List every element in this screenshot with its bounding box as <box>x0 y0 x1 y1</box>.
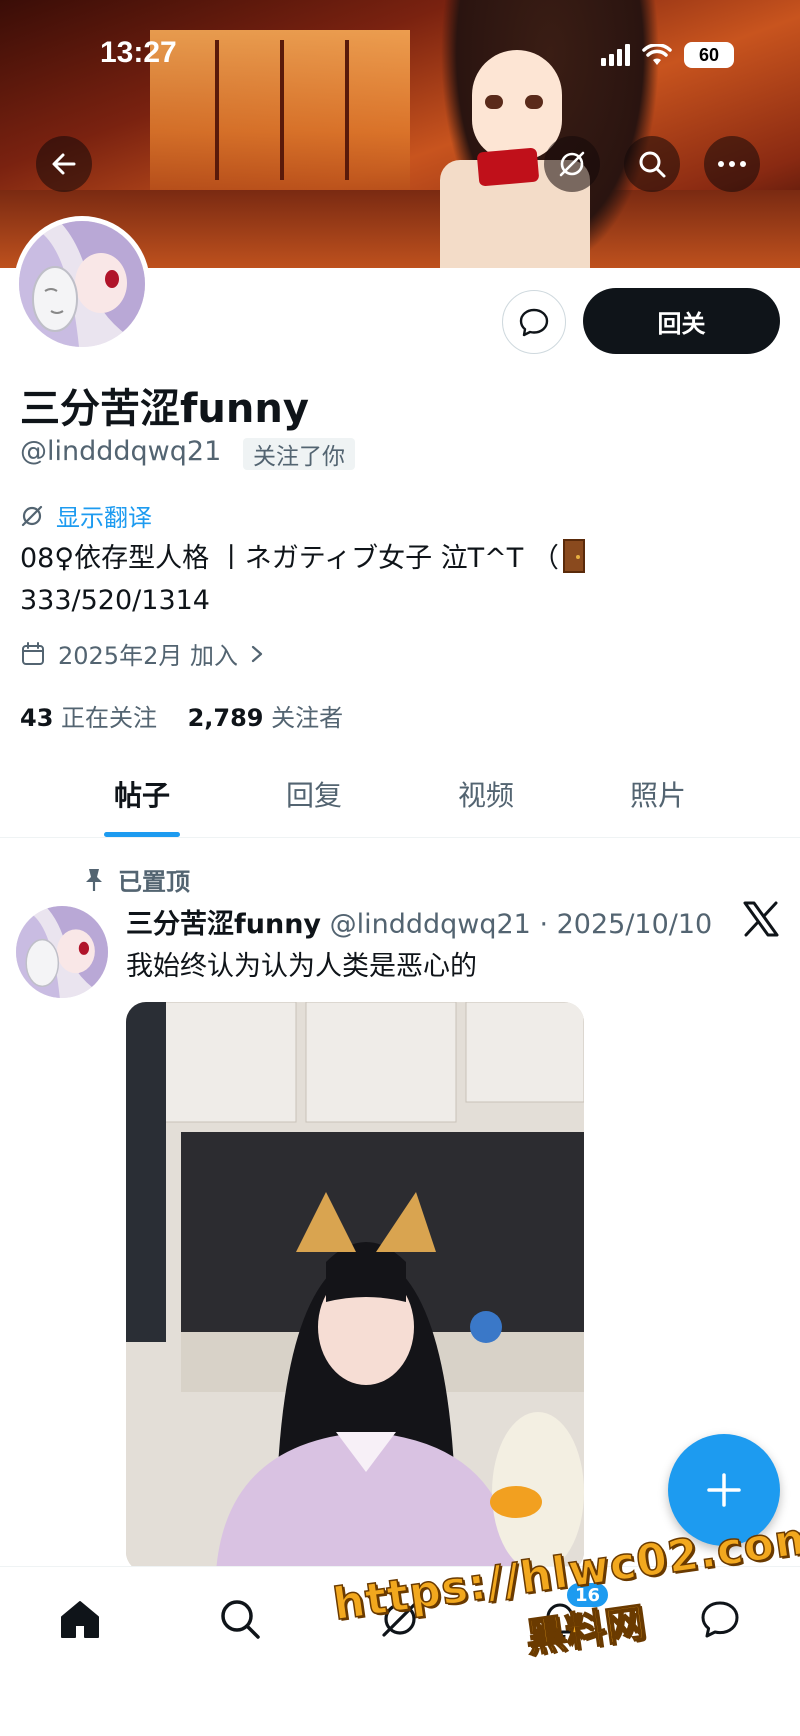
plus-icon <box>707 1473 741 1507</box>
post-author-name[interactable]: 三分苦涩funny <box>126 909 321 940</box>
message-button[interactable] <box>502 290 566 354</box>
profile-bio: 08♀依存型人格 丨ネガティブ女子 泣T^T （ 333/520/1314 <box>20 538 760 622</box>
chevron-right-icon <box>251 645 263 662</box>
grok-icon <box>21 505 43 526</box>
profile-avatar[interactable] <box>14 216 150 352</box>
arrow-left-icon <box>52 153 76 175</box>
banner-character-bow <box>476 147 540 187</box>
post-photo <box>126 1002 584 1572</box>
status-time: 13:27 <box>100 36 177 69</box>
banner-window-frame <box>345 40 349 180</box>
pin-icon <box>86 868 102 891</box>
nav-search[interactable] <box>210 1589 270 1649</box>
tab-replies[interactable]: 回复 <box>228 760 400 837</box>
post-header: 三分苦涩funny @lindddqwq21 · 2025/10/10 <box>126 902 712 941</box>
joined-label: 2025年2月 加入 <box>58 642 238 670</box>
pinned-indicator: 已置顶 <box>84 862 190 897</box>
post-meta: @lindddqwq21 · 2025/10/10 <box>329 909 713 940</box>
following-count: 43 <box>20 704 54 732</box>
user-handle: @lindddqwq21 <box>20 436 222 467</box>
translate-label: 显示翻译 <box>56 504 152 532</box>
avatar-image <box>19 221 145 347</box>
cellular-signal-icon <box>601 44 630 66</box>
followers-link[interactable]: 2,789 关注者 <box>188 704 344 732</box>
post-author-avatar[interactable] <box>16 906 108 998</box>
more-button[interactable] <box>704 136 760 192</box>
grok-button[interactable] <box>544 136 600 192</box>
search-icon <box>221 1600 260 1639</box>
search-button[interactable] <box>624 136 680 192</box>
following-label: 正在关注 <box>61 704 158 732</box>
x-logo-icon <box>743 901 779 937</box>
battery-indicator: 60 <box>684 42 734 68</box>
banner-window-frame <box>215 40 219 180</box>
message-bubble-icon <box>519 308 549 337</box>
pinned-label: 已置顶 <box>118 868 190 896</box>
door-emoji-icon <box>562 539 585 573</box>
tab-photos[interactable]: 照片 <box>572 760 744 837</box>
followers-label: 关注者 <box>271 704 344 732</box>
post-text: 我始终认为认为人类是恶心的 <box>126 951 477 982</box>
follows-you-badge: 关注了你 <box>243 438 355 470</box>
avatar-image <box>16 906 108 998</box>
profile-tabs: 帖子 回复 视频 照片 <box>0 760 800 838</box>
more-icon <box>718 161 746 167</box>
display-name: 三分苦涩funny <box>20 386 309 432</box>
post-media-image[interactable] <box>126 1002 584 1572</box>
grok-icon <box>559 151 585 177</box>
search-icon <box>639 151 666 178</box>
banner-character-eye <box>485 95 503 109</box>
wifi-icon <box>642 44 672 65</box>
bio-line-2: 333/520/1314 <box>20 585 210 616</box>
bio-line-1: 08♀依存型人格 丨ネガティブ女子 泣T^T （ <box>20 543 559 574</box>
tab-videos[interactable]: 视频 <box>400 760 572 837</box>
back-button[interactable] <box>36 136 92 192</box>
follow-back-button[interactable]: 回关 <box>583 288 780 354</box>
banner-character-eye <box>525 95 543 109</box>
nav-home[interactable] <box>50 1589 110 1649</box>
banner-window-frame <box>280 40 284 180</box>
status-icons: 60 <box>601 42 734 68</box>
translate-link[interactable]: 显示翻译 <box>20 498 152 533</box>
calendar-icon <box>22 641 44 665</box>
joined-date[interactable]: 2025年2月 加入 <box>20 636 264 671</box>
tab-posts[interactable]: 帖子 <box>56 760 228 837</box>
following-link[interactable]: 43 正在关注 <box>20 704 157 732</box>
followers-count: 2,789 <box>187 704 264 732</box>
follow-counts: 43 正在关注 2,789 关注者 <box>20 698 343 733</box>
home-icon <box>61 1601 99 1638</box>
